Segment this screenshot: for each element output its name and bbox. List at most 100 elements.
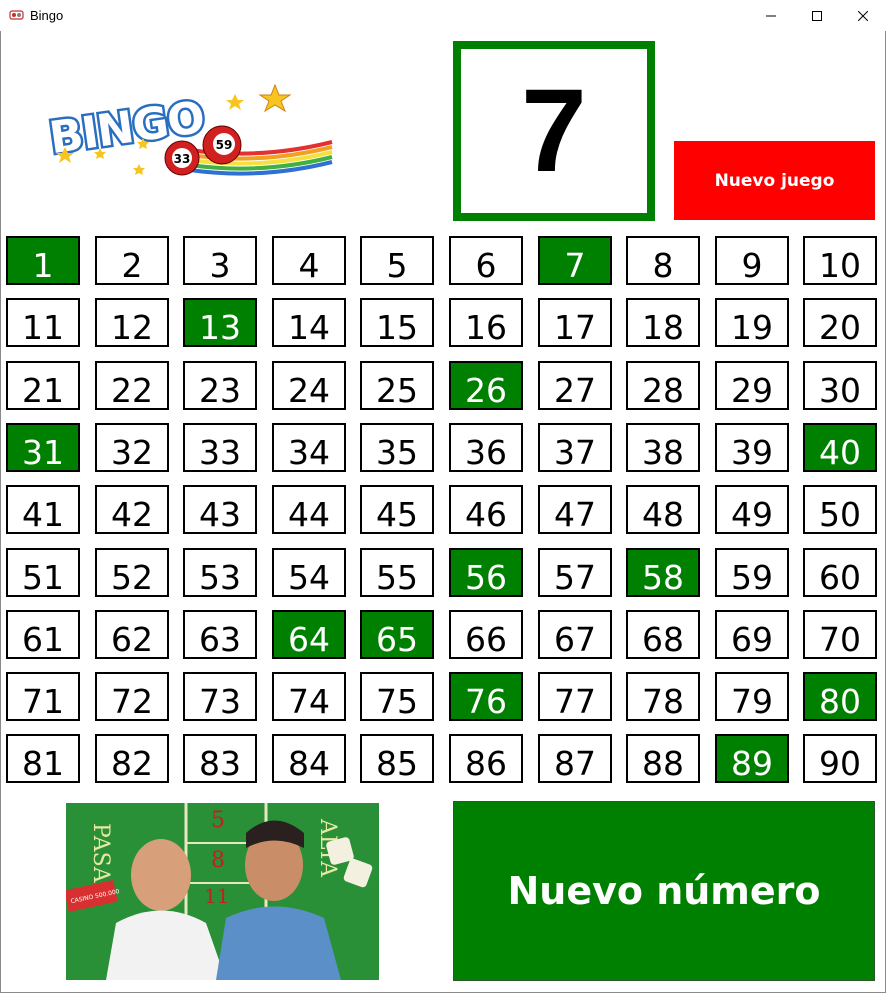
number-cell-32[interactable]: 32: [95, 423, 169, 472]
number-cell-89[interactable]: 89: [715, 734, 789, 783]
number-cell-42[interactable]: 42: [95, 485, 169, 534]
number-cell-47[interactable]: 47: [538, 485, 612, 534]
number-cell-8[interactable]: 8: [626, 236, 700, 285]
number-cell-31[interactable]: 31: [6, 423, 80, 472]
number-cell-86[interactable]: 86: [449, 734, 523, 783]
number-cell-87[interactable]: 87: [538, 734, 612, 783]
number-cell-14[interactable]: 14: [272, 298, 346, 347]
number-cell-45[interactable]: 45: [360, 485, 434, 534]
number-cell-24[interactable]: 24: [272, 361, 346, 410]
number-cell-34[interactable]: 34: [272, 423, 346, 472]
number-cell-4[interactable]: 4: [272, 236, 346, 285]
number-cell-68[interactable]: 68: [626, 610, 700, 659]
minimize-icon: [766, 15, 776, 16]
number-cell-67[interactable]: 67: [538, 610, 612, 659]
number-cell-30[interactable]: 30: [803, 361, 877, 410]
number-cell-22[interactable]: 22: [95, 361, 169, 410]
number-cell-60[interactable]: 60: [803, 548, 877, 597]
number-cell-88[interactable]: 88: [626, 734, 700, 783]
number-cell-11[interactable]: 11: [6, 298, 80, 347]
number-cell-36[interactable]: 36: [449, 423, 523, 472]
maximize-button[interactable]: [794, 0, 840, 31]
number-cell-3[interactable]: 3: [183, 236, 257, 285]
number-cell-75[interactable]: 75: [360, 672, 434, 721]
number-cell-51[interactable]: 51: [6, 548, 80, 597]
number-cell-58[interactable]: 58: [626, 548, 700, 597]
number-cell-28[interactable]: 28: [626, 361, 700, 410]
number-cell-69[interactable]: 69: [715, 610, 789, 659]
number-cell-54[interactable]: 54: [272, 548, 346, 597]
number-cell-29[interactable]: 29: [715, 361, 789, 410]
number-cell-65[interactable]: 65: [360, 610, 434, 659]
number-cell-44[interactable]: 44: [272, 485, 346, 534]
number-cell-50[interactable]: 50: [803, 485, 877, 534]
number-cell-53[interactable]: 53: [183, 548, 257, 597]
number-cell-82[interactable]: 82: [95, 734, 169, 783]
number-cell-46[interactable]: 46: [449, 485, 523, 534]
number-cell-85[interactable]: 85: [360, 734, 434, 783]
number-cell-66[interactable]: 66: [449, 610, 523, 659]
number-cell-18[interactable]: 18: [626, 298, 700, 347]
number-cell-79[interactable]: 79: [715, 672, 789, 721]
number-cell-6[interactable]: 6: [449, 236, 523, 285]
number-cell-23[interactable]: 23: [183, 361, 257, 410]
close-button[interactable]: [840, 0, 886, 31]
number-cell-64[interactable]: 64: [272, 610, 346, 659]
number-cell-72[interactable]: 72: [95, 672, 169, 721]
number-cell-16[interactable]: 16: [449, 298, 523, 347]
number-cell-35[interactable]: 35: [360, 423, 434, 472]
number-cell-9[interactable]: 9: [715, 236, 789, 285]
number-cell-62[interactable]: 62: [95, 610, 169, 659]
number-cell-38[interactable]: 38: [626, 423, 700, 472]
number-cell-17[interactable]: 17: [538, 298, 612, 347]
svg-text:PASA: PASA: [88, 823, 113, 884]
new-number-button[interactable]: Nuevo número: [453, 801, 875, 981]
number-cell-19[interactable]: 19: [715, 298, 789, 347]
number-cell-80[interactable]: 80: [803, 672, 877, 721]
number-cell-25[interactable]: 25: [360, 361, 434, 410]
number-cell-41[interactable]: 41: [6, 485, 80, 534]
title-bar[interactable]: Bingo: [0, 0, 886, 31]
number-cell-20[interactable]: 20: [803, 298, 877, 347]
number-cell-7[interactable]: 7: [538, 236, 612, 285]
number-cell-26[interactable]: 26: [449, 361, 523, 410]
number-cell-40[interactable]: 40: [803, 423, 877, 472]
number-cell-90[interactable]: 90: [803, 734, 877, 783]
new-game-button[interactable]: Nuevo juego: [674, 141, 875, 220]
number-cell-61[interactable]: 61: [6, 610, 80, 659]
number-cell-43[interactable]: 43: [183, 485, 257, 534]
number-cell-48[interactable]: 48: [626, 485, 700, 534]
number-cell-5[interactable]: 5: [360, 236, 434, 285]
number-cell-21[interactable]: 21: [6, 361, 80, 410]
number-cell-52[interactable]: 52: [95, 548, 169, 597]
number-cell-56[interactable]: 56: [449, 548, 523, 597]
number-cell-70[interactable]: 70: [803, 610, 877, 659]
number-cell-78[interactable]: 78: [626, 672, 700, 721]
number-cell-83[interactable]: 83: [183, 734, 257, 783]
number-cell-37[interactable]: 37: [538, 423, 612, 472]
number-cell-55[interactable]: 55: [360, 548, 434, 597]
number-cell-10[interactable]: 10: [803, 236, 877, 285]
logo-ball-1: 33: [174, 152, 191, 166]
number-cell-27[interactable]: 27: [538, 361, 612, 410]
number-cell-76[interactable]: 76: [449, 672, 523, 721]
number-cell-15[interactable]: 15: [360, 298, 434, 347]
number-cell-39[interactable]: 39: [715, 423, 789, 472]
minimize-button[interactable]: [748, 0, 794, 31]
number-cell-49[interactable]: 49: [715, 485, 789, 534]
number-cell-71[interactable]: 71: [6, 672, 80, 721]
number-cell-81[interactable]: 81: [6, 734, 80, 783]
number-cell-1[interactable]: 1: [6, 236, 80, 285]
number-cell-84[interactable]: 84: [272, 734, 346, 783]
number-cell-33[interactable]: 33: [183, 423, 257, 472]
number-cell-73[interactable]: 73: [183, 672, 257, 721]
number-cell-74[interactable]: 74: [272, 672, 346, 721]
number-cell-13[interactable]: 13: [183, 298, 257, 347]
number-cell-59[interactable]: 59: [715, 548, 789, 597]
number-cell-57[interactable]: 57: [538, 548, 612, 597]
number-cell-77[interactable]: 77: [538, 672, 612, 721]
number-cell-2[interactable]: 2: [95, 236, 169, 285]
number-cell-12[interactable]: 12: [95, 298, 169, 347]
app-icon: [9, 10, 24, 20]
number-cell-63[interactable]: 63: [183, 610, 257, 659]
